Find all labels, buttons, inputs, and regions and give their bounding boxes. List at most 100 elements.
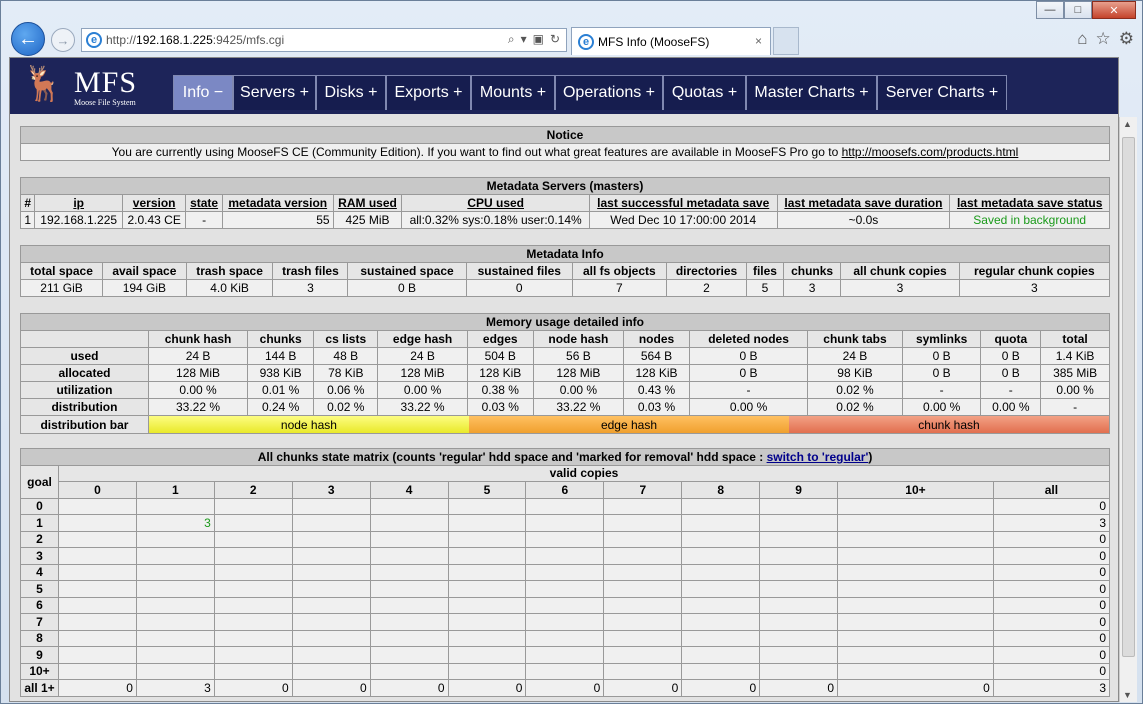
cell: 0.03 % xyxy=(622,398,691,416)
cell: 0.00 % xyxy=(980,398,1042,416)
cell: 128 MiB xyxy=(532,364,625,382)
col-header: all chunk copies xyxy=(840,262,960,280)
cell xyxy=(291,514,371,532)
col-ram-used[interactable]: RAM used xyxy=(332,194,403,212)
table-row: utilization 0.00 % 0.01 % 0.06 % 0.00 % 0.38 … xyxy=(20,381,1110,399)
cell: 3 xyxy=(782,279,842,297)
cell: - xyxy=(980,381,1042,399)
browser-tab[interactable]: e MFS Info (MooseFS) × xyxy=(571,27,771,55)
tab-operations[interactable]: Operations + xyxy=(555,75,663,110)
cell: 0 B xyxy=(901,364,982,382)
tab-info[interactable]: Info − xyxy=(173,75,233,110)
scroll-thumb[interactable] xyxy=(1122,137,1135,657)
cell: 24 B xyxy=(377,347,468,365)
col-save-duration[interactable]: last metadata save duration xyxy=(776,194,951,212)
col-last-save[interactable]: last successful metadata save xyxy=(588,194,778,212)
cell: 128 KiB xyxy=(466,364,534,382)
col-save-status[interactable]: last metadata save status xyxy=(949,194,1110,212)
cell: 0 xyxy=(992,580,1111,598)
cell xyxy=(447,646,527,664)
col-header: total xyxy=(1040,330,1110,348)
gear-icon[interactable]: ⚙ xyxy=(1119,29,1134,49)
cell xyxy=(291,580,371,598)
maximize-button[interactable]: □ xyxy=(1064,1,1092,19)
cell: 0 xyxy=(759,679,839,697)
col-header: 5 xyxy=(447,481,527,499)
back-button[interactable]: ← xyxy=(11,22,45,56)
cell xyxy=(58,497,137,515)
favorites-star-icon[interactable]: ☆ xyxy=(1096,29,1111,49)
cell xyxy=(291,613,371,631)
col-header: avail space xyxy=(102,262,187,280)
cell: 211 GiB xyxy=(19,279,104,297)
col-header: chunk tabs xyxy=(807,330,903,348)
cell xyxy=(759,547,839,565)
new-tab-button[interactable] xyxy=(773,27,799,55)
ie-page-icon: e xyxy=(86,32,102,48)
cell: 194 GiB xyxy=(102,279,187,297)
mfs-logo: 🦌 MFS Moose File System xyxy=(22,62,162,110)
search-icon[interactable]: ⌕ xyxy=(508,32,515,47)
col-cpu-used[interactable]: CPU used xyxy=(401,194,590,212)
tab-master-charts[interactable]: Master Charts + xyxy=(746,75,877,110)
dropdown-icon[interactable]: ▾ xyxy=(521,32,527,47)
col-metadata-version[interactable]: metadata version xyxy=(221,194,334,212)
cell xyxy=(291,629,371,647)
tab-exports[interactable]: Exports + xyxy=(386,75,471,110)
cell xyxy=(135,563,215,581)
cell: 33.22 % xyxy=(377,398,468,416)
cell xyxy=(58,547,137,565)
cell xyxy=(525,613,605,631)
tab-close-icon[interactable]: × xyxy=(755,34,762,48)
minimize-button[interactable]: — xyxy=(1036,1,1064,19)
col-header: trash space xyxy=(185,262,274,280)
switch-regular-link[interactable]: switch to 'regular' xyxy=(767,450,869,464)
products-link[interactable]: http://moosefs.com/products.html xyxy=(842,145,1019,159)
cell: 1.4 KiB xyxy=(1040,347,1110,365)
col-version[interactable]: version xyxy=(122,194,187,212)
tab-quotas[interactable]: Quotas + xyxy=(663,75,746,110)
cell xyxy=(58,646,137,664)
cell: - xyxy=(1040,398,1110,416)
col-header: edges xyxy=(466,330,534,348)
cell xyxy=(135,629,215,647)
home-icon[interactable]: ⌂ xyxy=(1077,29,1087,49)
forward-button[interactable]: → xyxy=(51,28,75,52)
logo-title: MFS xyxy=(74,66,138,99)
cell xyxy=(525,629,605,647)
col-header: quota xyxy=(980,330,1042,348)
col-header: trash files xyxy=(272,262,349,280)
address-bar[interactable]: e http://192.168.1.225:9425/mfs.cgi ⌕ ▾ ▣ ↻ xyxy=(81,28,567,52)
cell xyxy=(603,497,683,515)
cell: 0 B xyxy=(347,279,467,297)
cell: 0 xyxy=(681,679,761,697)
tab-mounts[interactable]: Mounts + xyxy=(471,75,555,110)
memory-block: Memory usage detailed info chunk hash chu… xyxy=(20,313,1111,434)
cell: 0.01 % xyxy=(247,381,315,399)
cell xyxy=(759,646,839,664)
url-text[interactable]: http://192.168.1.225:9425/mfs.cgi xyxy=(106,33,284,47)
goal-label: 2 xyxy=(20,530,59,548)
cell xyxy=(291,497,371,515)
compat-view-icon[interactable]: ▣ xyxy=(533,32,544,47)
col-state[interactable]: state xyxy=(185,194,223,212)
scroll-up-icon[interactable]: ▲ xyxy=(1123,119,1132,129)
vertical-scrollbar[interactable]: ▲ ▼ xyxy=(1119,117,1137,702)
window-controls: — □ ✕ xyxy=(1036,1,1136,19)
cell xyxy=(603,646,683,664)
scroll-down-icon[interactable]: ▼ xyxy=(1123,690,1132,700)
cell: 33.22 % xyxy=(147,398,249,416)
tab-servers[interactable]: Servers + xyxy=(233,75,316,110)
close-window-button[interactable]: ✕ xyxy=(1092,1,1136,19)
tab-server-charts[interactable]: Server Charts + xyxy=(877,75,1007,110)
col-header: cs lists xyxy=(313,330,379,348)
col-header: edge hash xyxy=(377,330,468,348)
cell: 0.02 % xyxy=(807,381,903,399)
col-header: sustained files xyxy=(465,262,573,280)
cell xyxy=(291,662,371,680)
refresh-icon[interactable]: ↻ xyxy=(550,32,560,47)
col-ip[interactable]: ip xyxy=(34,194,124,212)
tab-disks[interactable]: Disks + xyxy=(316,75,386,110)
col-header: total space xyxy=(19,262,104,280)
cell: 0 xyxy=(992,662,1111,680)
